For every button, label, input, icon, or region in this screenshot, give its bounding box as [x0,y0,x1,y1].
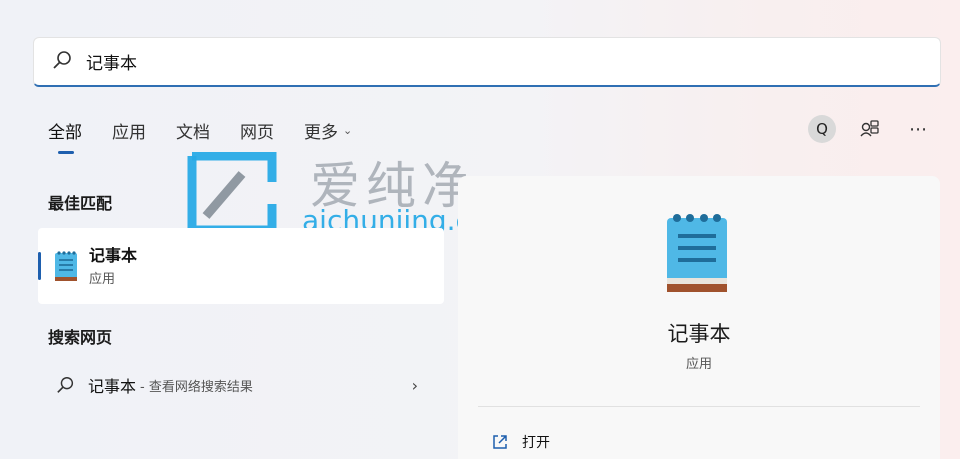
best-match-type: 应用 [89,272,116,287]
notepad-large-icon [664,210,730,300]
selection-indicator [38,252,41,280]
tab-label: 全部 [48,123,82,143]
search-icon [52,49,74,75]
best-match-name: 记事本 [89,246,138,265]
filter-tabs: 全部 应用 文档 网页 更多 ⌄ [48,118,382,154]
tab-label: 文档 [176,123,210,143]
web-search-result[interactable]: 记事本 - 查看网络搜索结果 › [38,368,444,402]
detail-app-name: 记事本 [667,322,731,346]
watermark-logo-icon [187,152,277,234]
divider [478,406,920,407]
best-match-result[interactable]: 记事本 应用 [38,228,444,304]
best-match-heading: 最佳匹配 [48,194,113,213]
tab-web[interactable]: 网页 [240,118,274,143]
tab-documents[interactable]: 文档 [176,118,210,143]
detail-pane: 记事本 应用 打开 [458,176,940,459]
tab-label: 更多 [304,123,338,143]
share-profile-icon[interactable] [856,115,884,143]
search-input[interactable] [86,51,886,72]
tab-all[interactable]: 全部 [48,118,82,154]
top-actions: Q ⋯ [808,115,932,143]
more-options-icon[interactable]: ⋯ [904,115,932,143]
tab-apps[interactable]: 应用 [112,118,146,143]
search-icon [57,377,74,393]
web-search-heading: 搜索网页 [48,328,113,347]
open-label: 打开 [522,435,550,451]
open-external-icon [493,435,507,449]
chevron-down-icon: ⌄ [343,124,353,137]
search-box[interactable] [33,37,941,87]
chevron-right-icon[interactable]: › [412,376,418,395]
open-action[interactable]: 打开 [492,432,550,452]
tab-label: 网页 [240,123,274,143]
detail-app-type: 应用 [685,357,712,372]
tab-label: 应用 [112,123,146,143]
notepad-icon [54,250,78,286]
web-search-suffix: - 查看网络搜索结果 [140,379,253,395]
tab-more[interactable]: 更多 ⌄ [304,118,352,143]
web-search-query: 记事本 [88,377,137,396]
account-avatar[interactable]: Q [808,115,836,143]
